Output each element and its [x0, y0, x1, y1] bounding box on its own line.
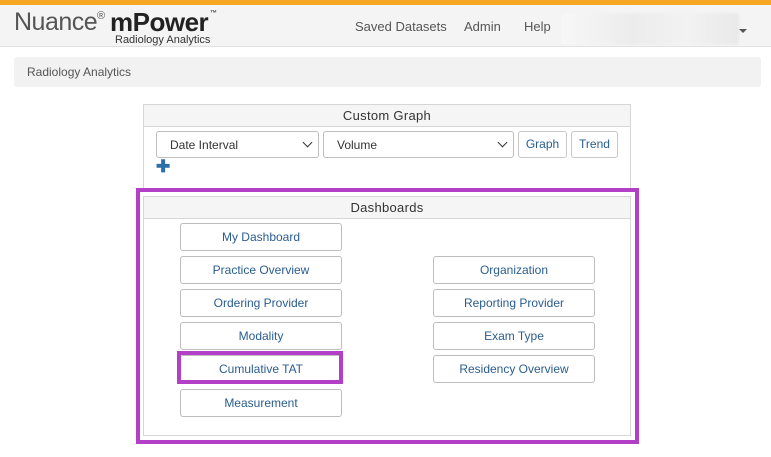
nav-help[interactable]: Help: [524, 19, 551, 34]
exam-type-button[interactable]: Exam Type: [433, 322, 595, 350]
breadcrumb: Radiology Analytics: [14, 57, 761, 87]
logo-nuance-text: Nuance: [14, 8, 98, 36]
cumulative-tat-button[interactable]: Cumulative TAT: [180, 355, 342, 383]
dashboards-title: Dashboards: [144, 197, 630, 219]
organization-button[interactable]: Organization: [433, 256, 595, 284]
my-dashboard-button[interactable]: My Dashboard: [180, 223, 342, 251]
practice-overview-button[interactable]: Practice Overview: [180, 256, 342, 284]
measurement-button[interactable]: Measurement: [180, 389, 342, 417]
date-interval-value: Date Interval: [170, 138, 239, 152]
logo-subtitle: Radiology Analytics: [115, 34, 211, 46]
logo-trademark: ™: [210, 10, 217, 17]
nav-saved-datasets[interactable]: Saved Datasets: [355, 19, 447, 34]
user-menu-blurred[interactable]: [562, 13, 739, 45]
nuance-mpower-logo[interactable]: Nuance ® mPower ™ Radiology Analytics: [14, 7, 229, 48]
residency-overview-button[interactable]: Residency Overview: [433, 355, 595, 383]
graph-button[interactable]: Graph: [518, 131, 567, 158]
chevron-down-icon: [497, 137, 508, 148]
volume-select[interactable]: Volume: [323, 131, 514, 158]
reporting-provider-button[interactable]: Reporting Provider: [433, 289, 595, 317]
chevron-down-icon: [302, 137, 313, 148]
modality-button[interactable]: Modality: [180, 322, 342, 350]
custom-graph-title: Custom Graph: [144, 105, 630, 127]
user-menu-caret-icon[interactable]: [739, 29, 747, 33]
nav-admin[interactable]: Admin: [464, 19, 501, 34]
logo-registered-mark: ®: [97, 10, 106, 22]
top-navbar: Nuance ® mPower ™ Radiology Analytics Sa…: [0, 0, 771, 47]
breadcrumb-item[interactable]: Radiology Analytics: [27, 65, 131, 79]
add-plus-icon[interactable]: ✚: [156, 157, 170, 177]
date-interval-select[interactable]: Date Interval: [156, 131, 319, 158]
trend-button[interactable]: Trend: [571, 131, 618, 158]
volume-value: Volume: [337, 138, 378, 152]
ordering-provider-button[interactable]: Ordering Provider: [180, 289, 342, 317]
